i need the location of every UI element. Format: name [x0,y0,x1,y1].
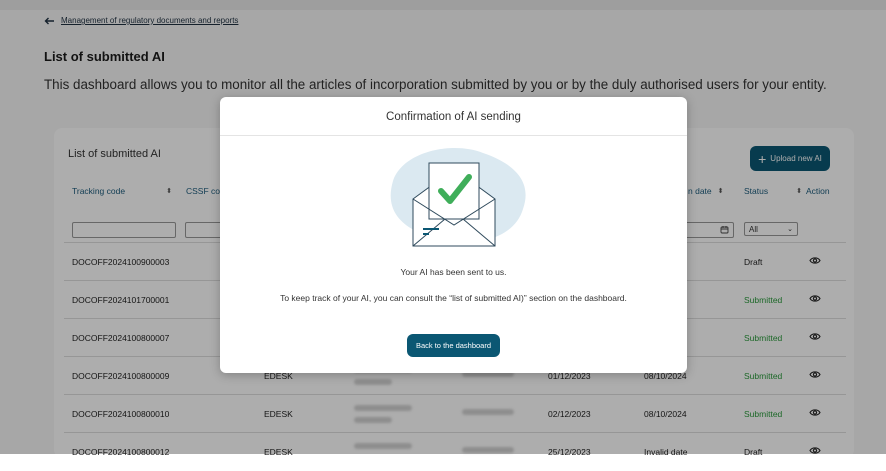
modal-divider [220,135,687,136]
back-to-dashboard-button[interactable]: Back to the dashboard [407,334,500,357]
modal-message-sent: Your AI has been sent to us. [400,267,507,277]
modal-message-track: To keep track of your AI, you can consul… [280,293,627,303]
confirmation-modal: Confirmation of AI sending Your AI has b… [220,97,687,373]
modal-title: Confirmation of AI sending [386,111,521,123]
envelope-check-icon [390,148,526,247]
